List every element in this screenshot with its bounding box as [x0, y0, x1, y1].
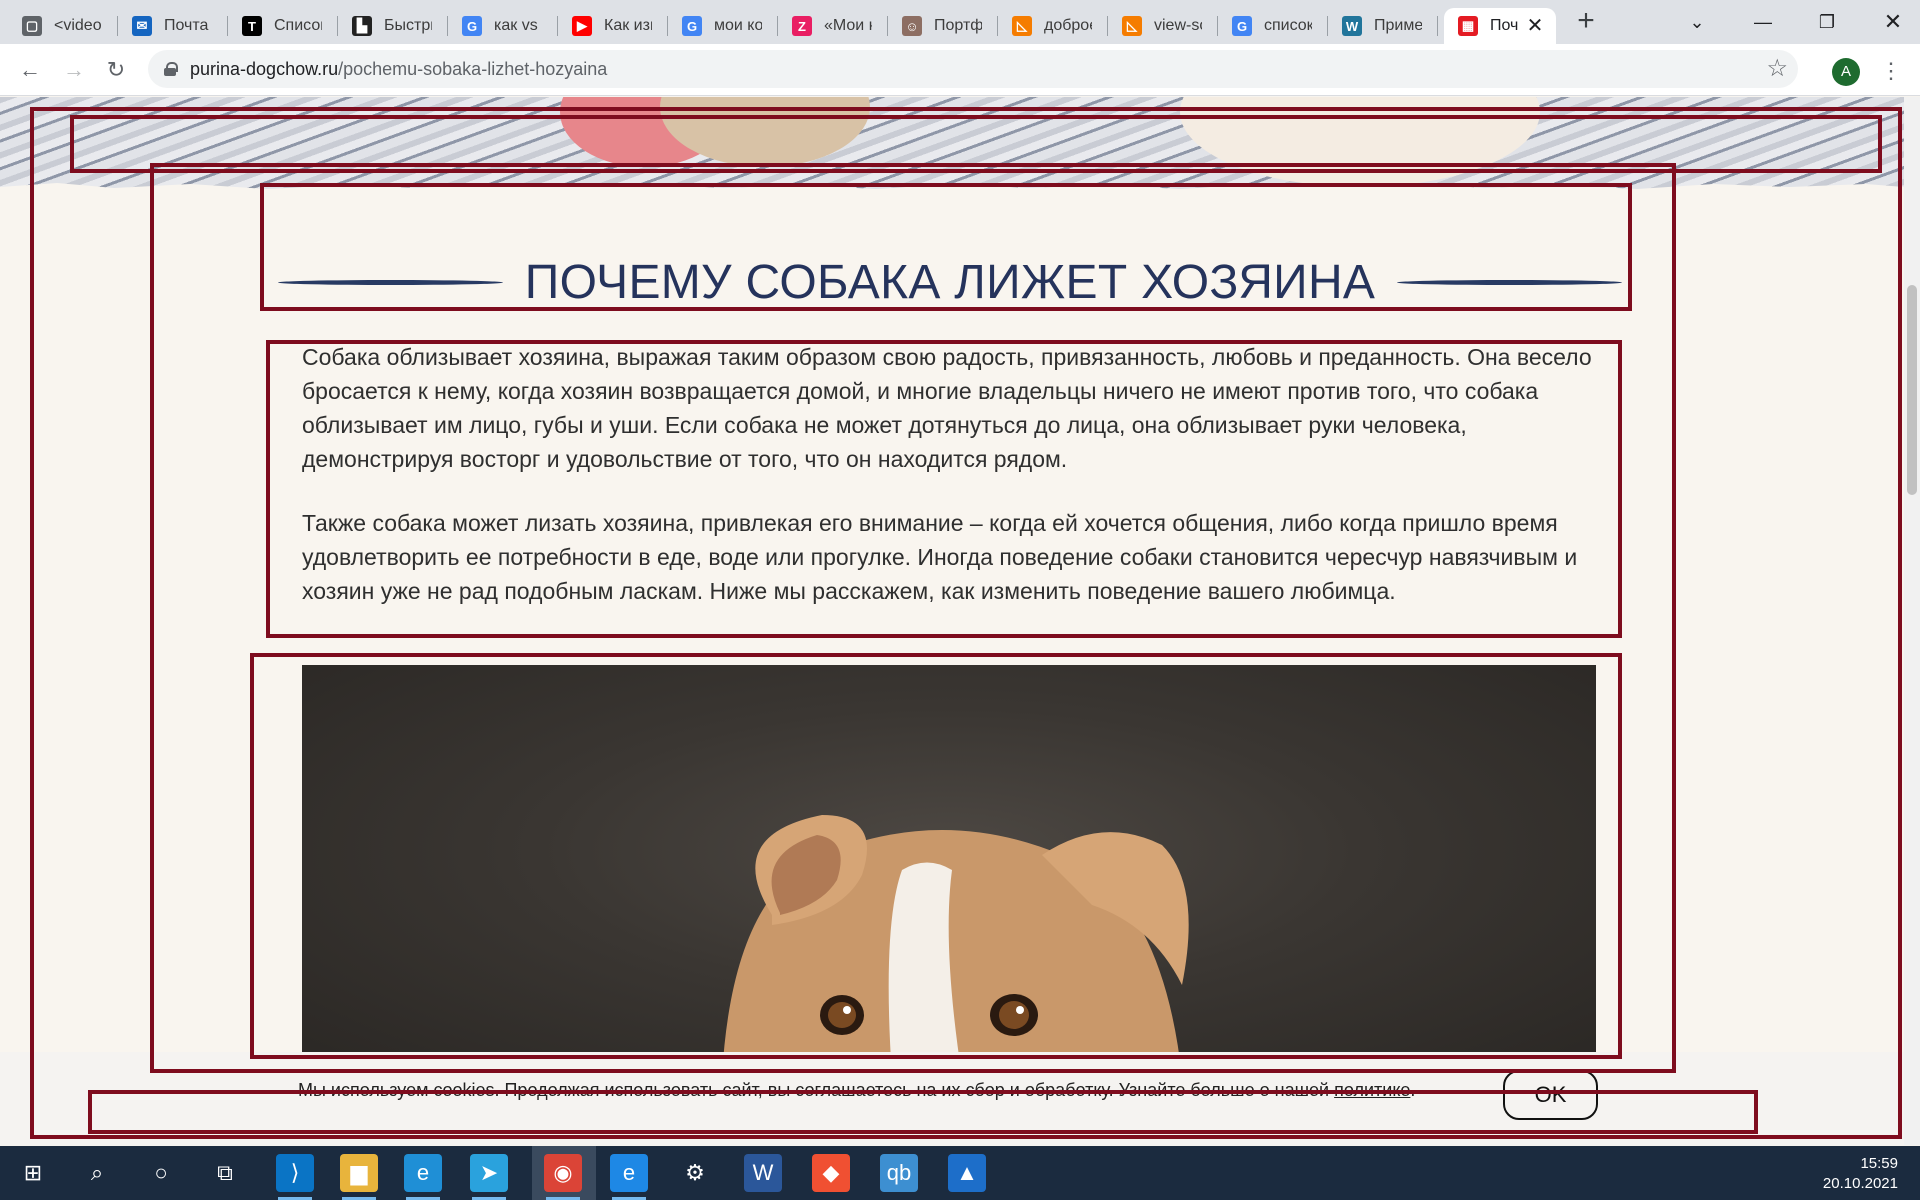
url-text[interactable]: purina-dogchow.ru/pochemu-sobaka-lizhet-…	[190, 59, 607, 80]
browser-tab[interactable]: Gмои ко	[668, 8, 778, 44]
browser-tab[interactable]: ▢ <video>	[8, 8, 118, 44]
tab-strip: ▢<video>✉Почта МTСписок▙БыстрыGкак vs c▶…	[0, 0, 1920, 44]
browser-tab[interactable]: ▶ Как изм	[558, 8, 668, 44]
tab-title: доброе	[1044, 17, 1092, 34]
browser-tab[interactable]: T Список	[228, 8, 338, 44]
browser-tab[interactable]: Gсписок	[1218, 8, 1328, 44]
google-icon: G	[682, 16, 702, 36]
internet-explorer-icon[interactable]: e	[610, 1154, 648, 1200]
tab-title: Быстры	[384, 17, 432, 34]
browser-tab[interactable]: ◺ доброе	[998, 8, 1108, 44]
tab-title: Портфо	[934, 17, 982, 34]
hero-image	[0, 97, 1904, 192]
close-window-button[interactable]: ✕	[1866, 0, 1920, 44]
profile-avatar[interactable]: A	[1832, 58, 1860, 86]
triangle-icon: ◺	[1012, 16, 1032, 36]
portfolio-icon: ☺	[902, 16, 922, 36]
qbittorrent-icon[interactable]: qb	[880, 1154, 918, 1192]
browser-tab[interactable]: Gкак vs c	[448, 8, 558, 44]
triangle-icon: ◺	[1122, 16, 1142, 36]
dog-photo	[302, 665, 1596, 1077]
article-paragraph: Также собака может лизать хозяина, привл…	[302, 510, 1578, 604]
settings-icon[interactable]: ⚙	[676, 1154, 714, 1192]
page-scrollbar[interactable]	[1904, 97, 1920, 1145]
mail-icon: ✉	[132, 16, 152, 36]
maximize-button[interactable]: ❐	[1800, 0, 1854, 44]
google-icon: G	[1232, 16, 1252, 36]
cookie-ok-button[interactable]: OK	[1503, 1070, 1598, 1120]
page-title: ПОЧЕМУ СОБАКА ЛИЖЕТ ХОЗЯИНА	[524, 255, 1376, 309]
browser-tab[interactable]: ◺ view-so	[1108, 8, 1218, 44]
search-icon[interactable]: ⌕	[78, 1154, 116, 1192]
address-bar[interactable]: purina-dogchow.ru/pochemu-sobaka-lizhet-…	[148, 50, 1798, 88]
title-row: ПОЧЕМУ СОБАКА ЛИЖЕТ ХОЗЯИНА	[270, 247, 1630, 317]
windows-taskbar: ⊞ ⌕ ○ ⧉ ⟩ ▆ e ➤ ◉ e ⚙ W ◆ qb ▲ 15:59 20.10.2021	[0, 1146, 1920, 1200]
browser-toolbar: ← → ↻ purina-dogchow.ru/pochemu-sobaka-l…	[0, 44, 1920, 96]
brush-stroke-left	[277, 279, 503, 285]
scrollbar-thumb[interactable]	[1907, 285, 1917, 495]
browser-tab[interactable]: ▙ Быстры	[338, 8, 448, 44]
task-view-icon[interactable]: ⧉	[206, 1154, 244, 1192]
tab-title: Список	[274, 17, 322, 34]
system-clock[interactable]: 15:59 20.10.2021	[1823, 1154, 1898, 1194]
chrome-icon[interactable]: ◉	[544, 1154, 582, 1200]
tab-title: список	[1264, 17, 1312, 34]
tilda-icon: T	[242, 16, 262, 36]
cortana-icon[interactable]: ○	[142, 1154, 180, 1192]
forward-button[interactable]: →	[58, 54, 90, 86]
tab-search-icon[interactable]: ⌄	[1670, 0, 1724, 44]
tab-title: Как изм	[604, 17, 652, 34]
git-icon[interactable]: ◆	[812, 1154, 850, 1192]
cookie-message: Мы используем cookies. Продолжая использ…	[298, 1080, 1416, 1100]
browser-tab[interactable]: ✉ Почта М	[118, 8, 228, 44]
tab-title: мои ко	[714, 17, 762, 34]
tab-title: Пример	[1374, 17, 1422, 34]
cookie-banner: Мы используем cookies. Продолжая использ…	[0, 1052, 1904, 1145]
close-tab-icon[interactable]: ✕	[1524, 15, 1546, 37]
minimize-button[interactable]: —	[1736, 0, 1790, 44]
vscode-icon[interactable]: ⟩	[276, 1154, 314, 1200]
browser-tab[interactable]: ☺ Портфо	[888, 8, 998, 44]
tab-title: view-so	[1154, 17, 1202, 34]
message-square-icon: ▢	[22, 16, 42, 36]
photos-icon[interactable]: ▲	[948, 1154, 986, 1192]
browser-menu-icon[interactable]: ⋮	[1880, 56, 1902, 86]
new-tab-button[interactable]: +	[1572, 6, 1600, 36]
page-viewport: ПОЧЕМУ СОБАКА ЛИЖЕТ ХОЗЯИНА Собака облиз…	[0, 97, 1904, 1145]
reload-button[interactable]: ↻	[100, 54, 132, 86]
edge-icon[interactable]: e	[404, 1154, 442, 1200]
tab-title: как vs c	[494, 17, 542, 34]
browser-tab[interactable]: W Пример	[1328, 8, 1438, 44]
tab-title: «Мои к	[824, 17, 872, 34]
tab-title: <video>	[54, 17, 102, 34]
zen-icon: Z	[792, 16, 812, 36]
tab-title: Почта М	[164, 17, 212, 34]
brush-stroke-right	[1397, 279, 1623, 285]
lock-icon[interactable]	[164, 62, 178, 76]
wordpress-icon: W	[1342, 16, 1362, 36]
telegram-icon[interactable]: ➤	[470, 1154, 508, 1200]
chart-icon: ▙	[352, 16, 372, 36]
purina-icon: ▦	[1458, 16, 1478, 36]
youtube-icon: ▶	[572, 16, 592, 36]
google-icon: G	[462, 16, 482, 36]
browser-tab[interactable]: ▦ Поч ✕	[1444, 8, 1556, 44]
word-icon[interactable]: W	[744, 1154, 782, 1192]
tab-title: Поч	[1490, 17, 1519, 34]
article-paragraph: Собака облизывает хозяина, выражая таким…	[302, 344, 1592, 472]
windows-start-icon[interactable]: ⊞	[14, 1154, 52, 1192]
bookmark-star-icon[interactable]: ☆	[1766, 54, 1788, 83]
file-explorer-icon[interactable]: ▆	[340, 1154, 378, 1200]
article-body: Собака облизывает хозяина, выражая таким…	[302, 340, 1602, 608]
browser-tab[interactable]: Z «Мои к	[778, 8, 888, 44]
back-button[interactable]: ←	[14, 54, 46, 86]
privacy-policy-link[interactable]: политике	[1334, 1080, 1410, 1100]
